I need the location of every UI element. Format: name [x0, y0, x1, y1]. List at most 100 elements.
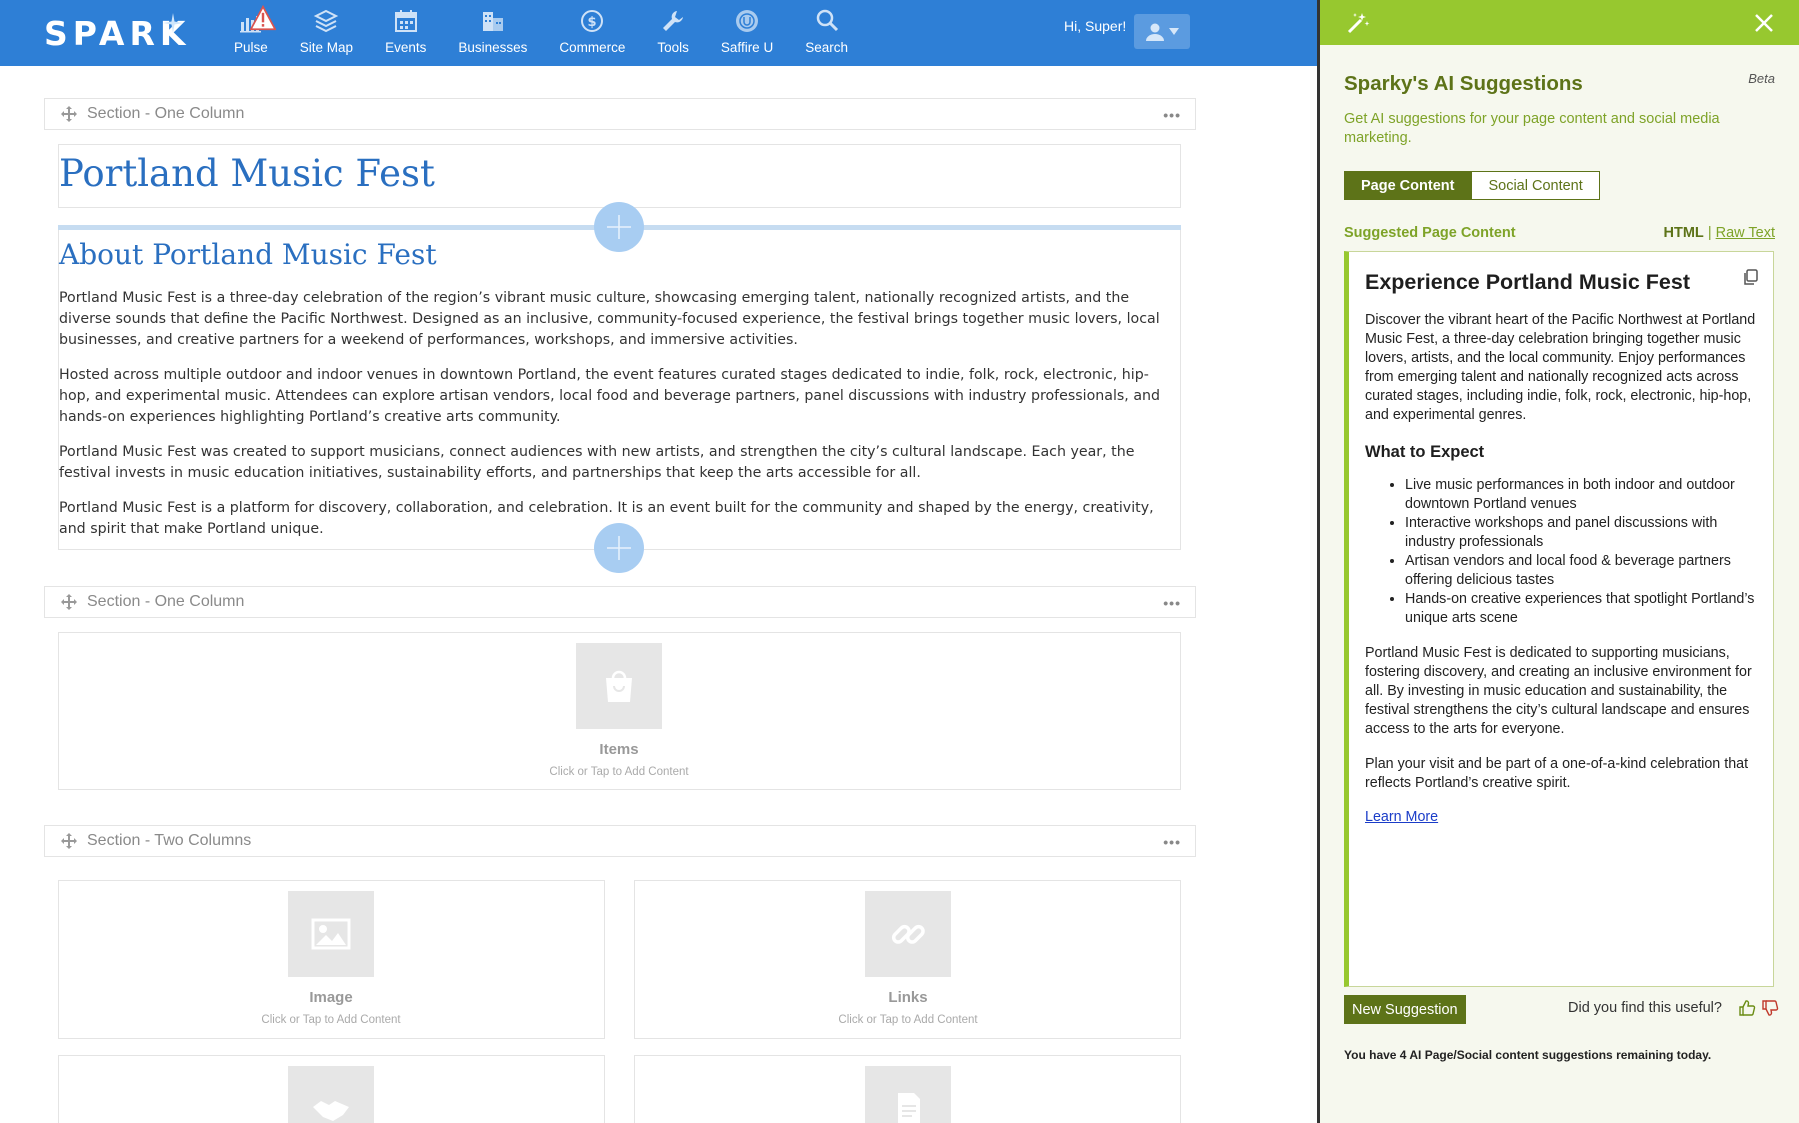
- list-item: Live music performances in both indoor a…: [1405, 476, 1757, 514]
- nav-search[interactable]: Search: [789, 0, 864, 66]
- list-item: Interactive workshops and panel discussi…: [1405, 514, 1757, 552]
- suggested-content-label: Suggested Page Content: [1344, 225, 1516, 241]
- list-item: Hands-on creative experiences that spotl…: [1405, 590, 1757, 628]
- new-suggestion-button[interactable]: New Suggestion: [1344, 995, 1466, 1024]
- image-tile: [288, 891, 374, 977]
- nav-label: Search: [805, 40, 848, 55]
- nav-label: Saffire U: [720, 40, 774, 55]
- links-placeholder[interactable]: Links Click or Tap to Add Content: [808, 891, 1008, 1026]
- svg-text:$: $: [588, 15, 597, 30]
- handshake-icon: [313, 1101, 349, 1121]
- copy-icon[interactable]: [1742, 269, 1759, 286]
- caret-down-icon: [1169, 27, 1179, 35]
- suggestion-preview: Experience Portland Music Fest Discover …: [1344, 251, 1774, 987]
- suggestion-bullets: Live music performances in both indoor a…: [1365, 476, 1757, 628]
- nav-site-map[interactable]: Site Map: [284, 0, 369, 66]
- beta-label: Beta: [1748, 71, 1775, 86]
- list-item: Artisan vendors and local food & beverag…: [1405, 552, 1757, 590]
- tab-page-content[interactable]: Page Content: [1344, 171, 1472, 200]
- nav-label: Tools: [657, 40, 689, 55]
- more-options-icon[interactable]: •••: [1163, 107, 1181, 123]
- layers-icon: [314, 9, 339, 33]
- section-title: Section - One Column: [87, 593, 245, 610]
- nav-label: Businesses: [458, 40, 528, 55]
- about-heading[interactable]: About Portland Music Fest: [59, 238, 437, 271]
- shopping-bag-icon: [606, 670, 632, 702]
- spark-star-icon: [163, 13, 183, 33]
- items-placeholder[interactable]: Items Click or Tap to Add Content: [519, 643, 719, 778]
- body-paragraph: Hosted across multiple outdoor and indoo…: [59, 367, 1161, 425]
- magic-wand-icon: [1347, 13, 1370, 34]
- search-icon: [816, 9, 838, 32]
- nav-label: Commerce: [559, 40, 626, 55]
- page-title[interactable]: Portland Music Fest: [59, 152, 435, 195]
- section-title: Section - One Column: [87, 105, 245, 122]
- body-paragraph: Portland Music Fest is a three-day celeb…: [59, 290, 1160, 348]
- panel-title: Sparky's AI Suggestions: [1344, 72, 1583, 95]
- suggestion-paragraph: Portland Music Fest is dedicated to supp…: [1365, 645, 1752, 737]
- nav-businesses[interactable]: Businesses: [442, 0, 543, 66]
- top-navigation-bar: SPARK Pulse Site Map Events Businesses $…: [0, 0, 1317, 66]
- nav-label: Site Map: [299, 40, 354, 55]
- remaining-suggestions-note: You have 4 AI Page/Social content sugges…: [1344, 1048, 1712, 1062]
- calendar-icon: [394, 10, 417, 32]
- ai-suggestions-panel: Sparky's AI Suggestions Beta Get AI sugg…: [1320, 0, 1799, 1123]
- add-row-button[interactable]: [594, 202, 644, 252]
- document-tile[interactable]: [865, 1066, 951, 1123]
- user-icon: [1146, 23, 1164, 41]
- items-tile: [576, 643, 662, 729]
- move-handle-icon[interactable]: [61, 833, 77, 849]
- links-tile: [865, 891, 951, 977]
- nav-label: Pulse: [234, 40, 268, 55]
- image-icon: [311, 918, 351, 950]
- format-html-link[interactable]: HTML: [1664, 225, 1704, 241]
- suggestion-intro: Discover the vibrant heart of the Pacifi…: [1365, 312, 1756, 423]
- placeholder-hint: Click or Tap to Add Content: [261, 1014, 401, 1026]
- panel-header: [1320, 0, 1799, 45]
- learn-more-link[interactable]: Learn More: [1365, 809, 1438, 825]
- content-type-tabs: Page Content Social Content: [1344, 171, 1600, 200]
- user-greeting: Hi, Super!: [1064, 18, 1127, 34]
- move-handle-icon[interactable]: [61, 594, 77, 610]
- more-options-icon[interactable]: •••: [1163, 595, 1181, 611]
- nav-tools[interactable]: Tools: [641, 0, 705, 66]
- placeholder-name: Items: [599, 741, 639, 758]
- partners-tile[interactable]: [288, 1066, 374, 1123]
- close-icon[interactable]: [1753, 12, 1775, 34]
- thumbs-down-icon[interactable]: [1761, 999, 1779, 1017]
- thumbs-up-icon[interactable]: [1738, 999, 1756, 1017]
- plus-icon: [607, 536, 631, 560]
- nav-label: Events: [385, 40, 427, 55]
- section-bar[interactable]: Section - Two Columns •••: [44, 825, 1196, 857]
- nav-saffire-u[interactable]: Saffire U: [705, 0, 789, 66]
- section-title: Section - Two Columns: [87, 832, 252, 849]
- suggestion-paragraph: Plan your visit and be part of a one-of-…: [1365, 756, 1749, 791]
- user-menu-button[interactable]: [1134, 14, 1190, 49]
- section-bar[interactable]: Section - One Column •••: [44, 586, 1196, 618]
- placeholder-name: Image: [309, 989, 353, 1006]
- format-raw-text-link[interactable]: Raw Text: [1716, 225, 1775, 241]
- about-body[interactable]: Portland Music Fest is a three-day celeb…: [59, 288, 1179, 554]
- nav-events[interactable]: Events: [369, 0, 442, 66]
- section-bar[interactable]: Section - One Column •••: [44, 98, 1196, 130]
- suggestion-subheading: What to Expect: [1365, 443, 1485, 461]
- more-options-icon[interactable]: •••: [1163, 834, 1181, 850]
- nav-pulse[interactable]: Pulse: [218, 0, 284, 66]
- link-chain-icon: [891, 924, 925, 944]
- panel-description: Get AI suggestions for your page content…: [1344, 111, 1720, 146]
- nav-commerce[interactable]: $ Commerce: [543, 0, 641, 66]
- add-row-button[interactable]: [594, 523, 644, 573]
- wrench-icon: [663, 11, 684, 31]
- feedback-question: Did you find this useful?: [1568, 1000, 1722, 1016]
- move-handle-icon[interactable]: [61, 106, 77, 122]
- image-placeholder[interactable]: Image Click or Tap to Add Content: [231, 891, 431, 1026]
- main-nav: Pulse Site Map Events Businesses $ Comme…: [218, 0, 864, 66]
- tab-social-content[interactable]: Social Content: [1471, 171, 1600, 200]
- placeholder-name: Links: [888, 989, 928, 1006]
- warning-icon: [249, 5, 276, 31]
- saffire-u-icon: [736, 10, 759, 32]
- plus-icon: [607, 215, 631, 239]
- placeholder-hint: Click or Tap to Add Content: [549, 766, 689, 778]
- suggestion-heading: Experience Portland Music Fest: [1365, 270, 1690, 294]
- body-paragraph: Portland Music Fest was created to suppo…: [59, 444, 1135, 481]
